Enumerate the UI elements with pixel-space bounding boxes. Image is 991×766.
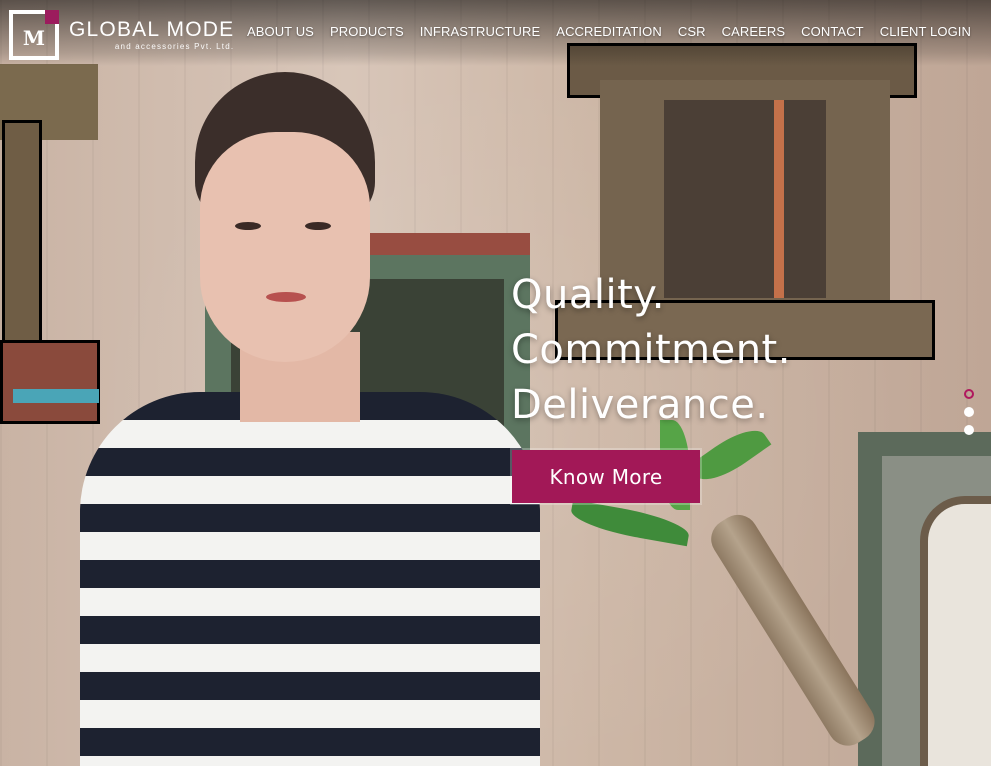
nav-products[interactable]: PRODUCTS — [330, 24, 404, 39]
slide-dot[interactable] — [964, 389, 974, 399]
nav-infrastructure[interactable]: INFRASTRUCTURE — [420, 24, 541, 39]
logo-mark-icon: M — [9, 10, 59, 60]
slide-dot[interactable] — [964, 425, 974, 435]
site-header: M GLOBAL MODE and accessories Pvt. Ltd. … — [0, 0, 991, 66]
slide-dot[interactable] — [964, 407, 974, 417]
headline-line: Deliverance. — [511, 382, 769, 428]
headline-line: Commitment. — [511, 327, 791, 373]
striped-shirt — [80, 392, 540, 766]
brand-tagline: and accessories Pvt. Ltd. — [114, 42, 235, 51]
arched-mirror — [858, 432, 991, 766]
nav-accreditation[interactable]: ACCREDITATION — [556, 24, 662, 39]
model-photo — [80, 72, 540, 766]
headline-line: Quality. — [511, 272, 665, 318]
nav-contact[interactable]: CONTACT — [801, 24, 864, 39]
brand-name: GLOBAL MODE — [69, 18, 235, 41]
hero-headline: Quality. Commitment. Deliverance. — [511, 268, 791, 433]
brand-logo[interactable]: M GLOBAL MODE and accessories Pvt. Ltd. — [9, 10, 234, 60]
main-nav: ABOUT US PRODUCTS INFRASTRUCTURE ACCREDI… — [247, 24, 971, 39]
logo-mark-letter: M — [22, 26, 46, 50]
know-more-button[interactable]: Know More — [512, 450, 700, 503]
nav-client-login[interactable]: CLIENT LOGIN — [880, 24, 971, 39]
nav-careers[interactable]: CAREERS — [722, 24, 786, 39]
nav-about-us[interactable]: ABOUT US — [247, 24, 314, 39]
hero-slider: M GLOBAL MODE and accessories Pvt. Ltd. … — [0, 0, 991, 766]
nav-csr[interactable]: CSR — [678, 24, 706, 39]
slider-pagination — [964, 389, 974, 435]
logo-text: GLOBAL MODE and accessories Pvt. Ltd. — [69, 18, 235, 52]
